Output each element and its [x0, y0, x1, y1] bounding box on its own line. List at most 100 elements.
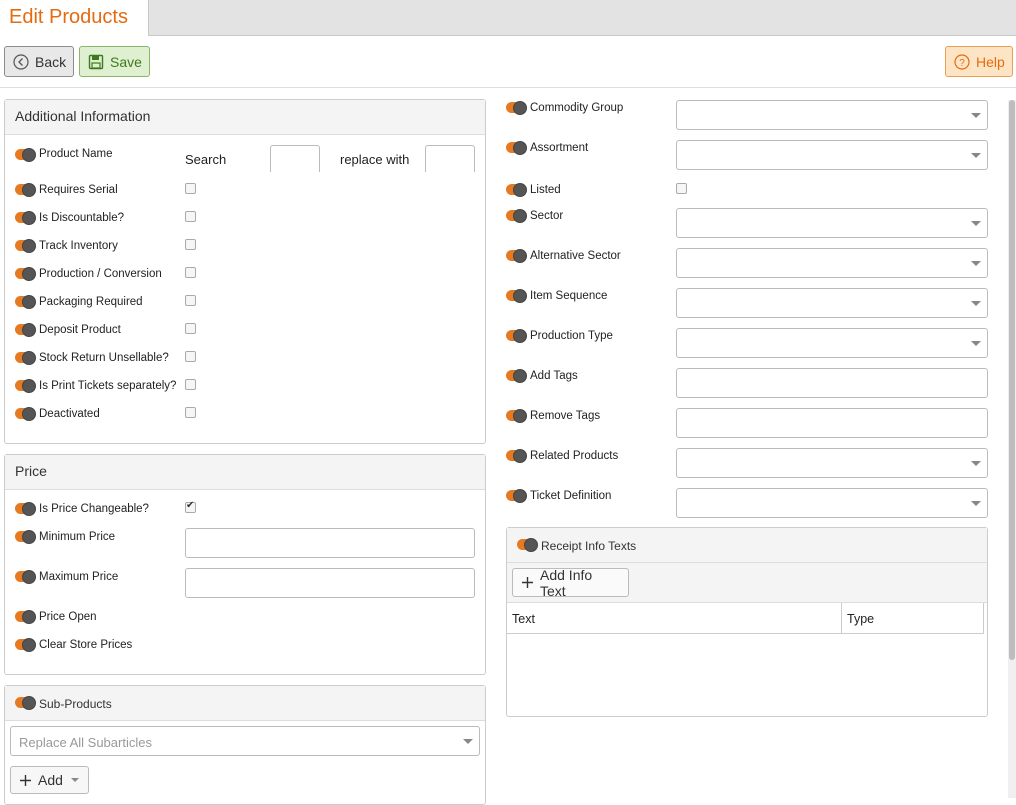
column-divider — [841, 603, 842, 634]
remove-tags-input[interactable] — [676, 408, 988, 438]
add-label: Add — [38, 772, 63, 788]
track-inventory-checkbox[interactable] — [185, 239, 196, 250]
clear-store-prices-toggle[interactable] — [15, 638, 36, 652]
production-conversion-checkbox[interactable] — [185, 267, 196, 278]
item-sequence-toggle[interactable] — [506, 289, 527, 303]
replace-with-input[interactable] — [425, 145, 475, 172]
maximum-price-input[interactable] — [185, 568, 475, 598]
chevron-down-icon — [971, 221, 981, 226]
ticket-definition-label: Ticket Definition — [530, 490, 612, 502]
minimum-price-toggle[interactable] — [15, 530, 36, 544]
add-info-text-button[interactable]: Add Info Text — [512, 567, 629, 599]
back-label: Back — [35, 53, 67, 70]
stock-return-unsellable-label: Stock Return Unsellable? — [39, 352, 169, 364]
panel-title: Sub-Products — [5, 686, 485, 721]
related-products-toggle[interactable] — [506, 449, 527, 463]
production-conversion-label: Production / Conversion — [39, 268, 162, 280]
commodity-group-label: Commodity Group — [530, 102, 624, 114]
plus-icon — [19, 774, 32, 787]
price-open-label: Price Open — [39, 611, 97, 623]
back-button[interactable]: Back — [4, 46, 74, 77]
related-products-select[interactable] — [676, 448, 988, 478]
replace-with-label: replace with — [340, 152, 410, 167]
production-conversion-toggle[interactable] — [15, 267, 36, 281]
is-discountable-checkbox[interactable] — [185, 211, 196, 222]
save-button[interactable]: Save — [79, 46, 150, 77]
listed-label: Listed — [530, 184, 561, 196]
chevron-down-icon — [971, 341, 981, 346]
assortment-select[interactable] — [676, 140, 988, 170]
sector-label: Sector — [530, 210, 564, 222]
add-tags-label: Add Tags — [530, 370, 578, 382]
deactivated-label: Deactivated — [39, 408, 100, 420]
listed-toggle[interactable] — [506, 183, 527, 197]
deactivated-toggle[interactable] — [15, 407, 36, 421]
tab-bar: Edit Products — [0, 0, 1016, 36]
add-tags-input[interactable] — [676, 368, 988, 398]
track-inventory-toggle[interactable] — [15, 239, 36, 253]
chevron-down-icon — [70, 778, 79, 782]
is-print-tickets-separately-label: Is Print Tickets separately? — [39, 380, 177, 392]
packaging-required-checkbox[interactable] — [185, 295, 196, 306]
item-sequence-select[interactable] — [676, 288, 988, 318]
is-discountable-toggle[interactable] — [15, 211, 36, 225]
scrollbar[interactable] — [1008, 100, 1016, 798]
price-changeable-checkbox[interactable] — [185, 500, 196, 513]
chevron-down-icon — [971, 461, 981, 466]
is-print-tickets-separately-toggle[interactable] — [15, 379, 36, 393]
search-input[interactable] — [270, 145, 320, 172]
receipt-table-header: Text Type — [507, 603, 984, 634]
sector-toggle[interactable] — [506, 209, 527, 223]
production-type-select[interactable] — [676, 328, 988, 358]
production-type-toggle[interactable] — [506, 329, 527, 343]
question-circle-icon: ? — [954, 53, 970, 70]
listed-checkbox[interactable] — [676, 183, 687, 194]
receipt-info-toggle[interactable] — [517, 538, 538, 552]
maximum-price-toggle[interactable] — [15, 570, 36, 584]
sub-products-toggle[interactable] — [15, 696, 36, 710]
replace-subarticles-select[interactable]: Replace All Subarticles — [10, 726, 480, 756]
deposit-product-toggle[interactable] — [15, 323, 36, 337]
packaging-required-toggle[interactable] — [15, 295, 36, 309]
ticket-definition-toggle[interactable] — [506, 489, 527, 503]
item-sequence-label: Item Sequence — [530, 290, 608, 302]
commodity-group-toggle[interactable] — [506, 101, 527, 115]
stock-return-unsellable-checkbox[interactable] — [185, 351, 196, 362]
ticket-definition-select[interactable] — [676, 488, 988, 518]
clear-store-prices-label: Clear Store Prices — [39, 639, 133, 651]
commodity-group-select[interactable] — [676, 100, 988, 130]
alternative-sector-label: Alternative Sector — [530, 250, 621, 262]
add-tags-toggle[interactable] — [506, 369, 527, 383]
scrollbar-thumb[interactable] — [1009, 100, 1015, 660]
alternative-sector-select[interactable] — [676, 248, 988, 278]
minimum-price-input[interactable] — [185, 528, 475, 558]
requires-serial-toggle[interactable] — [15, 183, 36, 197]
tab-title: Edit Products — [9, 6, 128, 28]
column-header-text[interactable]: Text — [512, 612, 535, 626]
sector-select[interactable] — [676, 208, 988, 238]
price-changeable-toggle[interactable] — [15, 502, 36, 516]
assortment-toggle[interactable] — [506, 141, 527, 155]
assortment-label: Assortment — [530, 142, 589, 154]
deposit-product-checkbox[interactable] — [185, 323, 196, 334]
packaging-required-label: Packaging Required — [39, 296, 143, 308]
deactivated-checkbox[interactable] — [185, 407, 196, 418]
is-print-tickets-separately-checkbox[interactable] — [185, 379, 196, 390]
tab-edit-products[interactable]: Edit Products — [0, 0, 149, 36]
stock-return-unsellable-toggle[interactable] — [15, 351, 36, 365]
chevron-down-icon — [971, 501, 981, 506]
panel-title: Price — [5, 455, 485, 490]
help-button[interactable]: ? Help — [945, 46, 1013, 77]
maximum-price-label: Maximum Price — [39, 571, 119, 583]
alternative-sector-toggle[interactable] — [506, 249, 527, 263]
remove-tags-toggle[interactable] — [506, 409, 527, 423]
floppy-disk-icon — [88, 54, 104, 70]
plus-icon — [521, 576, 534, 589]
add-subproduct-button[interactable]: Add — [10, 766, 89, 794]
product-name-toggle[interactable] — [15, 148, 36, 162]
chevron-down-icon — [971, 153, 981, 158]
price-open-toggle[interactable] — [15, 610, 36, 624]
requires-serial-checkbox[interactable] — [185, 183, 196, 194]
column-header-type[interactable]: Type — [847, 612, 874, 626]
is-discountable-label: Is Discountable? — [39, 212, 125, 224]
